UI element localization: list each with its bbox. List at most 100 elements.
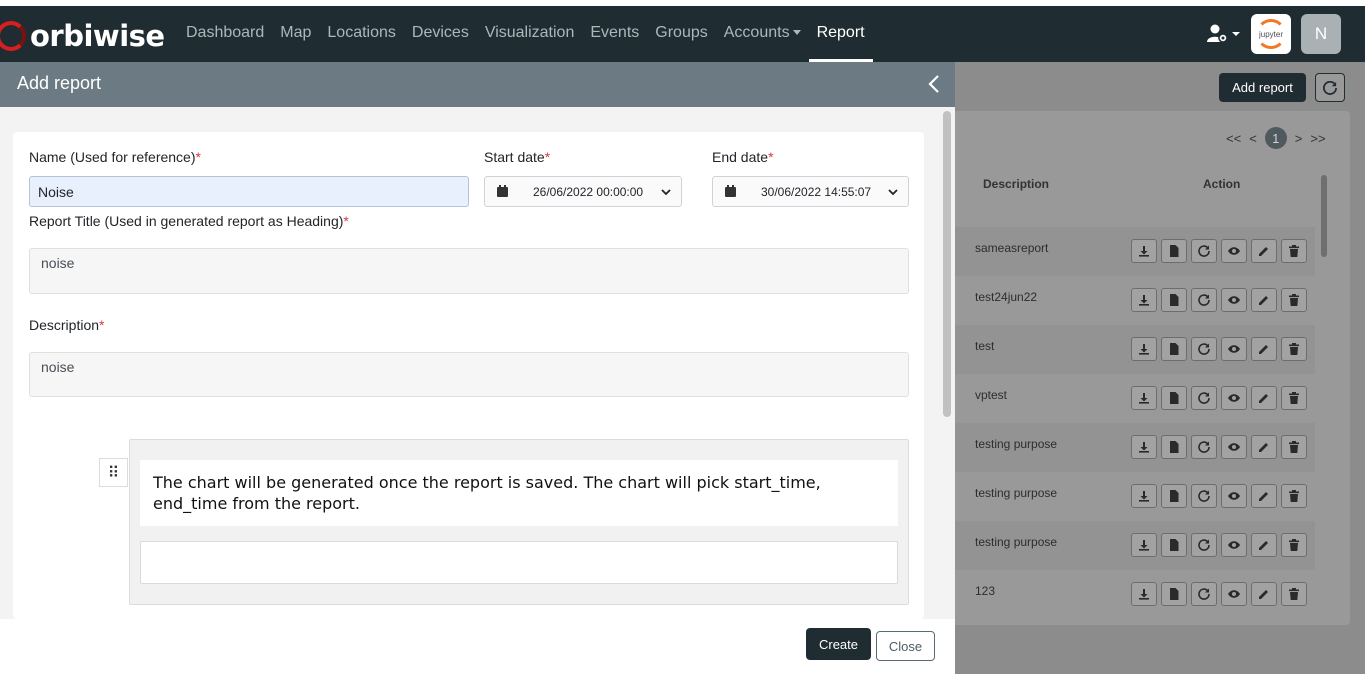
eye-button[interactable] bbox=[1221, 239, 1247, 263]
pencil-button[interactable] bbox=[1251, 533, 1277, 557]
pencil-button[interactable] bbox=[1251, 484, 1277, 508]
chart-placeholder[interactable] bbox=[140, 541, 898, 584]
pencil-button[interactable] bbox=[1251, 239, 1277, 263]
nav-item-map[interactable]: Map bbox=[272, 6, 319, 62]
download-button[interactable] bbox=[1131, 435, 1157, 459]
trash-button[interactable] bbox=[1281, 484, 1307, 508]
nav-item-groups[interactable]: Groups bbox=[647, 6, 715, 62]
jupyter-button[interactable]: jupyter bbox=[1251, 14, 1291, 54]
close-button[interactable]: Close bbox=[876, 631, 935, 661]
eye-button[interactable] bbox=[1221, 337, 1247, 361]
drag-handle-icon[interactable]: ⠿ bbox=[99, 458, 128, 487]
pager-next[interactable]: > bbox=[1291, 131, 1307, 146]
trash-button[interactable] bbox=[1281, 435, 1307, 459]
trash-button[interactable] bbox=[1281, 337, 1307, 361]
pager-first[interactable]: << bbox=[1222, 131, 1245, 146]
eye-button[interactable] bbox=[1221, 533, 1247, 557]
file-button[interactable] bbox=[1161, 582, 1187, 606]
description-input[interactable]: noise bbox=[29, 352, 909, 397]
trash-button[interactable] bbox=[1281, 288, 1307, 312]
collapse-panel-button[interactable] bbox=[924, 73, 946, 95]
file-button[interactable] bbox=[1161, 533, 1187, 557]
file-icon bbox=[1170, 441, 1179, 453]
nav-item-report[interactable]: Report bbox=[808, 6, 873, 62]
eye-icon bbox=[1228, 345, 1240, 353]
download-button[interactable] bbox=[1131, 484, 1157, 508]
pencil-icon bbox=[1259, 394, 1268, 403]
file-button[interactable] bbox=[1161, 386, 1187, 410]
refresh-button[interactable] bbox=[1191, 239, 1217, 263]
nav-item-dashboard[interactable]: Dashboard bbox=[178, 6, 272, 62]
pencil-button[interactable] bbox=[1251, 337, 1277, 361]
download-button[interactable] bbox=[1131, 386, 1157, 410]
row-actions bbox=[1131, 484, 1307, 508]
jupyter-label: jupyter bbox=[1259, 29, 1284, 39]
trash-button[interactable] bbox=[1281, 386, 1307, 410]
file-button[interactable] bbox=[1161, 484, 1187, 508]
eye-icon bbox=[1228, 394, 1240, 402]
download-button[interactable] bbox=[1131, 582, 1157, 606]
add-report-button[interactable]: Add report bbox=[1219, 73, 1306, 102]
file-icon bbox=[1170, 392, 1179, 404]
table-row: test bbox=[955, 325, 1315, 374]
chart-note: The chart will be generated once the rep… bbox=[140, 460, 898, 526]
file-button[interactable] bbox=[1161, 435, 1187, 459]
refresh-button[interactable] bbox=[1191, 484, 1217, 508]
refresh-button[interactable] bbox=[1191, 582, 1217, 606]
panel-header: Add report bbox=[0, 62, 955, 107]
table-scrollbar[interactable] bbox=[1321, 175, 1327, 257]
trash-button[interactable] bbox=[1281, 239, 1307, 263]
file-icon bbox=[1170, 539, 1179, 551]
eye-button[interactable] bbox=[1221, 435, 1247, 459]
refresh-button[interactable] bbox=[1191, 337, 1217, 361]
pencil-button[interactable] bbox=[1251, 435, 1277, 459]
refresh-icon bbox=[1198, 294, 1210, 306]
nav-item-devices[interactable]: Devices bbox=[404, 6, 477, 62]
eye-button[interactable] bbox=[1221, 386, 1247, 410]
trash-icon bbox=[1289, 490, 1299, 502]
nav-item-locations[interactable]: Locations bbox=[319, 6, 404, 62]
user-avatar[interactable]: N bbox=[1301, 14, 1341, 54]
nav-item-label: Report bbox=[816, 24, 865, 41]
nav-item-accounts[interactable]: Accounts bbox=[716, 6, 809, 62]
refresh-button[interactable] bbox=[1315, 73, 1345, 102]
start-date-picker[interactable]: 26/06/2022 00:00:00 bbox=[484, 176, 682, 207]
trash-button[interactable] bbox=[1281, 533, 1307, 557]
report-title-input[interactable]: noise bbox=[29, 248, 909, 294]
refresh-button[interactable] bbox=[1191, 386, 1217, 410]
column-header-description[interactable]: Description bbox=[983, 177, 1049, 191]
refresh-button[interactable] bbox=[1191, 533, 1217, 557]
brand-logo[interactable]: orbiwise bbox=[0, 19, 165, 53]
end-date-picker[interactable]: 30/06/2022 14:55:07 bbox=[712, 176, 909, 207]
user-settings-dropdown[interactable] bbox=[1207, 23, 1243, 45]
row-actions bbox=[1131, 337, 1307, 361]
eye-button[interactable] bbox=[1221, 288, 1247, 312]
refresh-button[interactable] bbox=[1191, 435, 1217, 459]
pager-prev[interactable]: < bbox=[1245, 131, 1261, 146]
eye-button[interactable] bbox=[1221, 582, 1247, 606]
pencil-button[interactable] bbox=[1251, 582, 1277, 606]
create-button[interactable]: Create bbox=[806, 628, 871, 660]
table-row: sameasreport bbox=[955, 227, 1315, 276]
refresh-button[interactable] bbox=[1191, 288, 1217, 312]
download-button[interactable] bbox=[1131, 239, 1157, 263]
file-button[interactable] bbox=[1161, 239, 1187, 263]
eye-button[interactable] bbox=[1221, 484, 1247, 508]
file-button[interactable] bbox=[1161, 337, 1187, 361]
nav-item-visualization[interactable]: Visualization bbox=[477, 6, 583, 62]
trash-button[interactable] bbox=[1281, 582, 1307, 606]
pencil-button[interactable] bbox=[1251, 288, 1277, 312]
file-button[interactable] bbox=[1161, 288, 1187, 312]
pager-current[interactable]: 1 bbox=[1264, 127, 1287, 149]
nav-item-events[interactable]: Events bbox=[582, 6, 647, 62]
download-button[interactable] bbox=[1131, 288, 1157, 312]
pencil-button[interactable] bbox=[1251, 386, 1277, 410]
download-button[interactable] bbox=[1131, 533, 1157, 557]
pager-last[interactable]: >> bbox=[1306, 131, 1329, 146]
download-button[interactable] bbox=[1131, 337, 1157, 361]
trash-icon bbox=[1289, 392, 1299, 404]
name-input[interactable]: Noise bbox=[29, 176, 469, 207]
row-description: 123 bbox=[975, 584, 996, 598]
panel-scrollbar[interactable] bbox=[943, 111, 951, 417]
report-title-label: Report Title (Used in generated report a… bbox=[29, 213, 349, 229]
